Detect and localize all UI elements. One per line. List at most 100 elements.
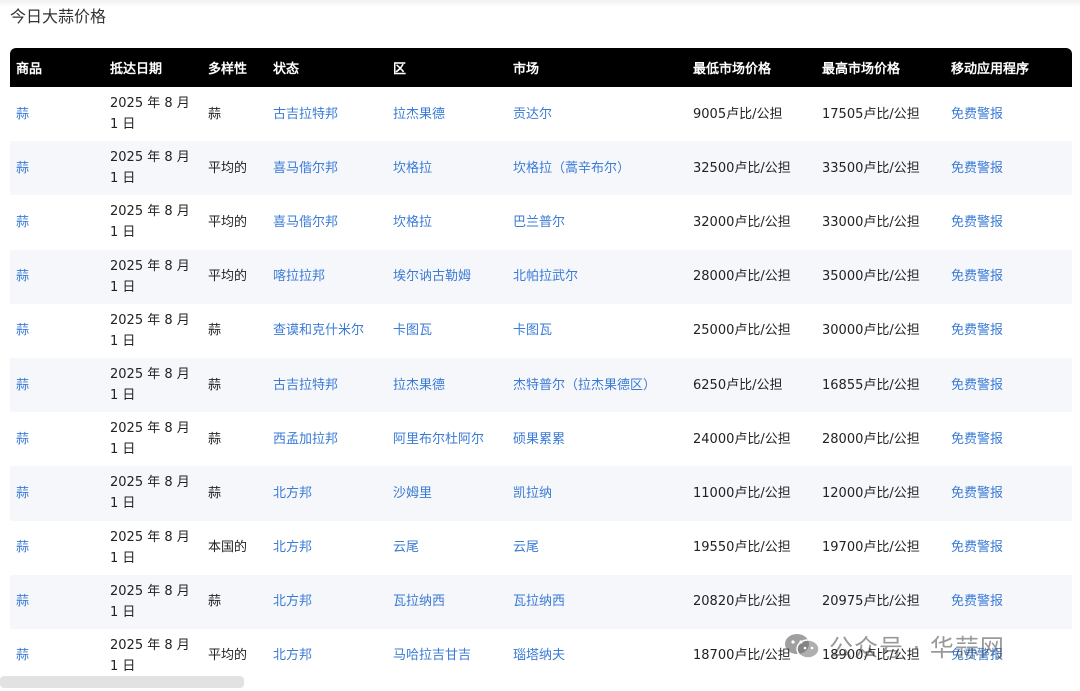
cell-state[interactable]: 古吉拉特邦 [267, 87, 387, 141]
arrival-date-text: 2025 年 8 月 1 日 [110, 150, 190, 187]
cell-district[interactable]: 埃尔讷古勒姆 [387, 250, 507, 304]
cell-state[interactable]: 喜马偕尔邦 [267, 195, 387, 249]
cell-variety: 蒜 [208, 377, 222, 393]
cell-district[interactable]: 阿里布尔杜阿尔 [387, 412, 507, 466]
free-alert-link[interactable]: 免费警报 [945, 195, 1072, 249]
cell-district[interactable]: 瓦拉纳西 [387, 575, 507, 629]
table-row: 蒜 2025 年 8 月 1 日 平均的 喜马偕尔邦 坎格拉 巴兰普尔 32000卢比/公担… [10, 195, 1072, 249]
watermark-text: 公众号 · 华蒜网 [829, 634, 1005, 662]
cell-commodity[interactable]: 蒜 [10, 412, 104, 466]
free-alert-link[interactable]: 免费警报 [945, 250, 1072, 304]
cell-commodity[interactable]: 蒜 [10, 87, 104, 141]
cell-arrival-date: 2025 年 8 月 1 日 [104, 304, 202, 358]
cell-market[interactable]: 卡图瓦 [507, 304, 687, 358]
cell-max-price: 20975卢比/公担 [822, 594, 920, 610]
price-table: 商品 抵达日期 多样性 状态 区 市场 最低市场价格 最高市场价格 移动应用程序… [10, 48, 1072, 683]
cell-min-price: 20820卢比/公担 [693, 594, 791, 610]
cell-district[interactable]: 坎格拉 [387, 195, 507, 249]
free-alert-link[interactable]: 免费警报 [945, 304, 1072, 358]
cell-market[interactable]: 北帕拉武尔 [507, 250, 687, 304]
cell-commodity[interactable]: 蒜 [10, 141, 104, 195]
cell-max-price: 33000卢比/公担 [822, 214, 920, 230]
cell-state[interactable]: 北方邦 [267, 466, 387, 520]
cell-max-price: 17505卢比/公担 [822, 106, 920, 122]
header-min-price: 最低市场价格 [693, 62, 772, 77]
header-state: 状态 [273, 62, 300, 77]
cell-arrival-date: 2025 年 8 月 1 日 [104, 250, 202, 304]
cell-district[interactable]: 坎格拉 [387, 141, 507, 195]
cell-market[interactable]: 瓦拉纳西 [507, 575, 687, 629]
cell-max-price: 12000卢比/公担 [822, 485, 920, 501]
cell-commodity[interactable]: 蒜 [10, 521, 104, 575]
cell-min-price: 25000卢比/公担 [693, 323, 791, 339]
cell-variety: 蒜 [208, 594, 222, 610]
cell-state[interactable]: 查谟和克什米尔 [267, 304, 387, 358]
cell-commodity[interactable]: 蒜 [10, 466, 104, 520]
free-alert-link[interactable]: 免费警报 [945, 412, 1072, 466]
watermark: 公众号 · 华蒜网 [783, 628, 1005, 663]
cell-max-price: 28000卢比/公担 [822, 431, 920, 447]
cell-district[interactable]: 云尾 [387, 521, 507, 575]
cell-arrival-date: 2025 年 8 月 1 日 [104, 521, 202, 575]
free-alert-link[interactable]: 免费警报 [945, 521, 1072, 575]
cell-arrival-date: 2025 年 8 月 1 日 [104, 575, 202, 629]
cell-district[interactable]: 马哈拉吉甘吉 [387, 629, 507, 683]
cell-market[interactable]: 瑙塔纳夫 [507, 629, 687, 683]
header-mobile-app: 移动应用程序 [951, 62, 1030, 77]
arrival-date-text: 2025 年 8 月 1 日 [110, 475, 190, 512]
cell-commodity[interactable]: 蒜 [10, 575, 104, 629]
cell-market[interactable]: 凯拉纳 [507, 466, 687, 520]
cell-market[interactable]: 坎格拉（蒿辛布尔） [507, 141, 687, 195]
cell-state[interactable]: 喀拉拉邦 [267, 250, 387, 304]
cell-variety: 平均的 [208, 269, 248, 285]
cell-arrival-date: 2025 年 8 月 1 日 [104, 358, 202, 412]
cell-max-price: 19700卢比/公担 [822, 540, 920, 556]
cell-market[interactable]: 杰特普尔（拉杰果德区） [507, 358, 687, 412]
free-alert-link[interactable]: 免费警报 [945, 466, 1072, 520]
cell-variety: 蒜 [208, 323, 222, 339]
cell-commodity[interactable]: 蒜 [10, 358, 104, 412]
table-row: 蒜 2025 年 8 月 1 日蒜查谟和克什米尔 卡图瓦 卡图瓦 25000卢比/公担 3… [10, 304, 1072, 358]
cell-market[interactable]: 巴兰普尔 [507, 195, 687, 249]
cell-market[interactable]: 贡达尔 [507, 87, 687, 141]
cell-state[interactable]: 西孟加拉邦 [267, 412, 387, 466]
arrival-date-text: 2025 年 8 月 1 日 [110, 367, 190, 404]
free-alert-link[interactable]: 免费警报 [945, 141, 1072, 195]
cell-commodity[interactable]: 蒜 [10, 250, 104, 304]
cell-commodity[interactable]: 蒜 [10, 195, 104, 249]
cell-district[interactable]: 拉杰果德 [387, 358, 507, 412]
cell-district[interactable]: 卡图瓦 [387, 304, 507, 358]
cell-market[interactable]: 云尾 [507, 521, 687, 575]
cell-commodity[interactable]: 蒜 [10, 304, 104, 358]
cell-min-price: 28000卢比/公担 [693, 269, 791, 285]
cell-max-price: 16855卢比/公担 [822, 377, 920, 393]
cell-arrival-date: 2025 年 8 月 1 日 [104, 466, 202, 520]
free-alert-link[interactable]: 免费警报 [945, 575, 1072, 629]
cell-state[interactable]: 古吉拉特邦 [267, 358, 387, 412]
table-header-row: 商品 抵达日期 多样性 状态 区 市场 最低市场价格 最高市场价格 移动应用程序 [10, 48, 1072, 87]
cell-state[interactable]: 北方邦 [267, 521, 387, 575]
cell-state[interactable]: 北方邦 [267, 629, 387, 683]
cell-district[interactable]: 拉杰果德 [387, 87, 507, 141]
cell-max-price: 30000卢比/公担 [822, 323, 920, 339]
cell-min-price: 32000卢比/公担 [693, 214, 791, 230]
cell-market[interactable]: 硕果累累 [507, 412, 687, 466]
table-row: 蒜 2025 年 8 月 1 日蒜北方邦 沙姆里 凯拉纳 11000卢比/公担 12000… [10, 466, 1072, 521]
cell-state[interactable]: 北方邦 [267, 575, 387, 629]
arrival-date-text: 2025 年 8 月 1 日 [110, 312, 190, 349]
cell-state[interactable]: 喜马偕尔邦 [267, 141, 387, 195]
cell-district[interactable]: 沙姆里 [387, 466, 507, 520]
free-alert-link[interactable]: 免费警报 [945, 87, 1072, 141]
arrival-date-text: 2025 年 8 月 1 日 [110, 204, 190, 241]
cell-min-price: 32500卢比/公担 [693, 160, 791, 176]
arrival-date-text: 2025 年 8 月 1 日 [110, 258, 190, 295]
arrival-date-text: 2025 年 8 月 1 日 [110, 96, 190, 133]
top-divider [0, 0, 1080, 7]
cell-variety: 蒜 [208, 106, 222, 122]
cell-commodity[interactable]: 蒜 [10, 629, 104, 683]
cell-variety: 平均的 [208, 214, 248, 230]
header-variety: 多样性 [208, 62, 248, 77]
arrival-date-text: 2025 年 8 月 1 日 [110, 583, 190, 620]
horizontal-scrollbar[interactable] [0, 676, 244, 688]
free-alert-link[interactable]: 免费警报 [945, 358, 1072, 412]
